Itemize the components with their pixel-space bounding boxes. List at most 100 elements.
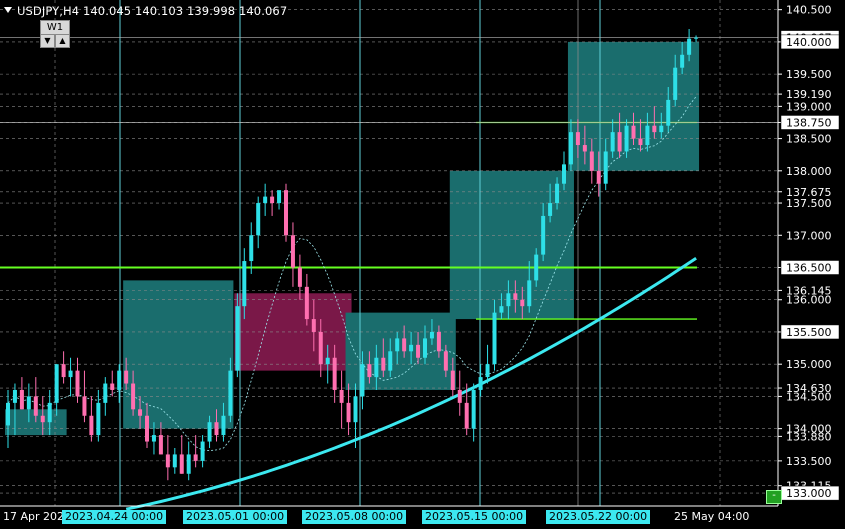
time-label: 17 Apr 2023 bbox=[3, 510, 72, 523]
candle-body bbox=[457, 389, 462, 403]
candle-body bbox=[75, 370, 80, 397]
candle-body bbox=[117, 370, 122, 390]
candle-body bbox=[221, 415, 226, 436]
candle-body bbox=[256, 203, 261, 236]
candle-body bbox=[513, 293, 518, 300]
candle-body bbox=[568, 132, 573, 165]
candle-body bbox=[19, 389, 24, 410]
candle-body bbox=[6, 402, 10, 426]
price-label-highlight: 140.000 bbox=[786, 36, 832, 49]
candle-body bbox=[673, 67, 678, 100]
candle-body bbox=[186, 454, 191, 474]
candle-body bbox=[318, 331, 323, 365]
candle-body bbox=[666, 99, 671, 126]
candle-body bbox=[562, 164, 566, 184]
candle-body bbox=[478, 377, 483, 390]
price-label: 140.500 bbox=[786, 4, 832, 17]
price-label: 134.500 bbox=[786, 390, 832, 403]
candle-body bbox=[596, 170, 601, 184]
candle-body bbox=[103, 383, 108, 403]
candle-body bbox=[423, 338, 427, 358]
candle-body bbox=[263, 196, 268, 204]
candle-body bbox=[548, 203, 553, 216]
candle-body bbox=[26, 396, 31, 410]
candle-body bbox=[499, 306, 504, 313]
candle-body bbox=[402, 338, 407, 352]
candle-body bbox=[624, 125, 629, 152]
candle-body bbox=[311, 319, 316, 332]
candle-body bbox=[54, 364, 59, 403]
candle-body bbox=[631, 125, 636, 139]
candle-body bbox=[96, 402, 101, 436]
scroll-up-icon[interactable]: ▲ bbox=[55, 34, 70, 48]
price-label-highlight: 136.500 bbox=[786, 262, 832, 275]
candle-body bbox=[40, 415, 45, 423]
timeframe-w1-button[interactable]: W1 bbox=[40, 20, 70, 35]
price-label: 133.880 bbox=[786, 430, 832, 443]
candle-body bbox=[381, 357, 386, 371]
candle-body bbox=[617, 132, 622, 152]
candle-body bbox=[589, 151, 594, 171]
collapse-triangle-icon[interactable] bbox=[4, 7, 12, 13]
price-label: 135.000 bbox=[786, 358, 832, 371]
candle-body bbox=[506, 293, 511, 307]
price-label: 139.190 bbox=[786, 88, 832, 101]
candle-body bbox=[179, 454, 184, 474]
time-label-highlight: 2023.05.08 00:00 bbox=[302, 510, 407, 524]
candle-body bbox=[12, 389, 17, 403]
candle-body bbox=[304, 286, 309, 320]
candle-body bbox=[214, 422, 219, 436]
candle-body bbox=[284, 190, 288, 236]
candle-body bbox=[61, 364, 66, 378]
candle-body bbox=[694, 37, 699, 39]
candle-body bbox=[242, 261, 247, 307]
candle-body bbox=[610, 132, 615, 152]
candle-body bbox=[172, 454, 177, 468]
price-chart[interactable]: 140.500 140.000 139.500 139.190139.000 138.7… bbox=[0, 0, 845, 529]
candle-body bbox=[200, 441, 205, 461]
candle-body bbox=[193, 454, 198, 461]
candle-body bbox=[138, 409, 143, 416]
candle-body bbox=[325, 357, 330, 365]
candle-body bbox=[353, 396, 358, 423]
candle-body bbox=[68, 370, 73, 378]
candle-body bbox=[346, 402, 351, 423]
candle-body bbox=[367, 364, 372, 378]
candle-body bbox=[541, 215, 546, 255]
candle-body bbox=[165, 454, 170, 468]
candle-body bbox=[82, 396, 87, 416]
candle-body bbox=[235, 306, 240, 371]
candle-body bbox=[429, 331, 434, 339]
price-label: 133.500 bbox=[786, 455, 832, 468]
candle-body bbox=[124, 370, 129, 384]
price-label: 137.000 bbox=[786, 229, 832, 242]
candle-body bbox=[145, 415, 149, 442]
candle-body bbox=[47, 402, 52, 423]
symbol-header: USDJPY,H4 140.045 140.103 139.998 140.06… bbox=[4, 4, 287, 18]
candle-body bbox=[443, 351, 448, 371]
candle-body bbox=[270, 196, 275, 204]
candle-body bbox=[659, 125, 664, 133]
candle-body bbox=[110, 383, 115, 390]
candle-body bbox=[207, 422, 212, 442]
candle-body bbox=[527, 280, 532, 307]
candle-body bbox=[520, 299, 525, 307]
candle-body bbox=[395, 338, 400, 352]
candle-body bbox=[436, 331, 441, 352]
candle-body bbox=[151, 435, 156, 442]
candle-body bbox=[277, 190, 282, 204]
price-label: 138.000 bbox=[786, 165, 832, 178]
candle-body bbox=[471, 389, 476, 429]
chart-window[interactable]: 140.500 140.000 139.500 139.190139.000 138.7… bbox=[0, 0, 845, 529]
minimize-indicator-button[interactable]: - bbox=[766, 490, 782, 504]
candle-body bbox=[360, 364, 365, 397]
candle-body bbox=[575, 132, 580, 146]
candle-body bbox=[409, 344, 414, 352]
scroll-down-icon[interactable]: ▼ bbox=[40, 34, 55, 48]
price-label: 136.000 bbox=[786, 294, 832, 307]
symbol-info: USDJPY,H4 140.045 140.103 139.998 140.06… bbox=[17, 4, 288, 18]
time-label: 25 May 04:00 bbox=[674, 510, 750, 523]
candle-body bbox=[228, 370, 233, 416]
candle-body bbox=[416, 344, 421, 358]
candle-body bbox=[464, 402, 469, 429]
